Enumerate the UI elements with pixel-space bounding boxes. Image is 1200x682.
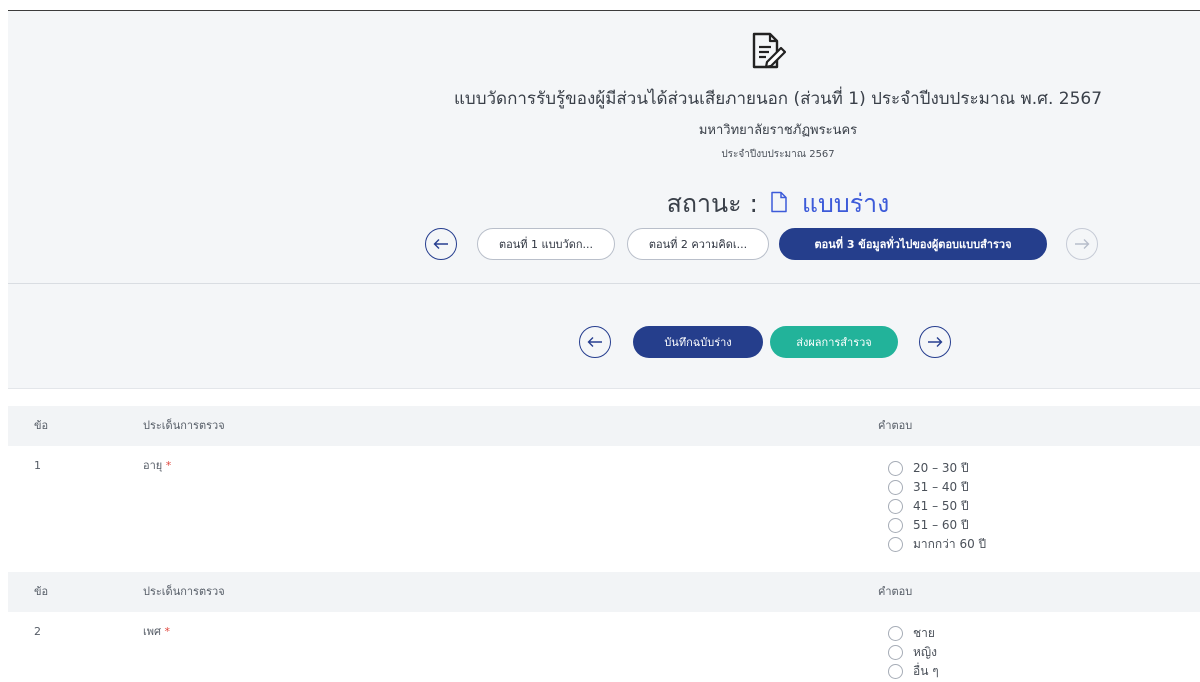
arrow-right-icon [1075,239,1090,249]
age-options: 20 – 30 ปี 31 – 40 ปี 41 – 50 ปี 51 – 60… [888,459,986,554]
survey-title: แบบวัดการรับรู้ของผู้มีส่วนได้ส่วนเสียภา… [453,89,1103,109]
header-answer: คำตอบ [878,419,913,432]
arrow-right-icon [928,337,943,347]
option-gender-male[interactable]: ชาย [888,624,939,643]
organization-name: มหาวิทยาลัยราชภัฏพระนคร [698,123,858,138]
option-age-31-40[interactable]: 31 – 40 ปี [888,478,986,497]
status-label: สถานะ : [666,189,758,218]
tab-part-2[interactable]: ตอนที่ 2 ความคิดเ... [627,228,769,260]
radio-button[interactable] [888,480,903,495]
arrow-left-icon [433,239,448,249]
tab-part-3[interactable]: ตอนที่ 3 ข้อมูลทั่วไปของผู้ตอบแบบสำรวจ [779,228,1047,260]
header-answer: คำตอบ [878,585,913,598]
survey-header: แบบวัดการรับรู้ของผู้มีส่วนได้ส่วนเสียภา… [8,11,1200,284]
option-age-20-30[interactable]: 20 – 30 ปี [888,459,986,478]
next-page-button[interactable] [919,326,951,358]
header-issue: ประเด็นการตรวจ [143,419,225,432]
radio-button[interactable] [888,645,903,660]
submit-survey-button[interactable]: ส่งผลการสำรวจ [770,326,898,358]
table-header: ข้อ ประเด็นการตรวจ คำตอบ [8,572,1200,612]
radio-button[interactable] [888,664,903,679]
radio-button[interactable] [888,518,903,533]
gender-options: ชาย หญิง อื่น ๆ [888,624,939,681]
option-age-41-50[interactable]: 41 – 50 ปี [888,497,986,516]
question-row: 2 เพศ * [8,612,1200,682]
header-no: ข้อ [34,585,49,598]
arrow-left-icon [587,337,602,347]
header-no: ข้อ [34,419,49,432]
radio-button[interactable] [888,461,903,476]
prev-part-button[interactable] [425,228,457,260]
option-gender-female[interactable]: หญิง [888,643,939,662]
file-icon [771,191,787,213]
survey-status: สถานะ : แบบร่าง [393,184,1163,224]
prev-page-button[interactable] [579,326,611,358]
tab-part-1[interactable]: ตอนที่ 1 แบบวัดก... [477,228,615,260]
question-number: 1 [34,459,41,472]
option-age-51-60[interactable]: 51 – 60 ปี [888,516,986,535]
required-mark: * [165,459,172,472]
option-age-over-60[interactable]: มากกว่า 60 ปี [888,535,986,554]
save-draft-button[interactable]: บันทึกฉบับร่าง [633,326,763,358]
action-toolbar: บันทึกฉบับร่าง ส่งผลการสำรวจ [8,284,1200,389]
question-label: เพศ [143,625,161,638]
document-edit-icon [752,32,786,69]
question-label: อายุ [143,459,163,472]
required-mark: * [164,625,171,638]
question-number: 2 [34,625,41,638]
fiscal-year-label: ประจำปีงบประมาณ 2567 [721,149,835,160]
option-gender-other[interactable]: อื่น ๆ [888,662,939,681]
radio-button[interactable] [888,499,903,514]
header-issue: ประเด็นการตรวจ [143,585,225,598]
table-header: ข้อ ประเด็นการตรวจ คำตอบ [8,406,1200,446]
next-part-button[interactable] [1066,228,1098,260]
question-text: อายุ * [143,446,171,486]
radio-button[interactable] [888,626,903,641]
radio-button[interactable] [888,537,903,552]
question-row: 1 อายุ * [8,446,1200,570]
status-value: แบบร่าง [801,189,890,218]
question-text: เพศ * [143,612,170,652]
